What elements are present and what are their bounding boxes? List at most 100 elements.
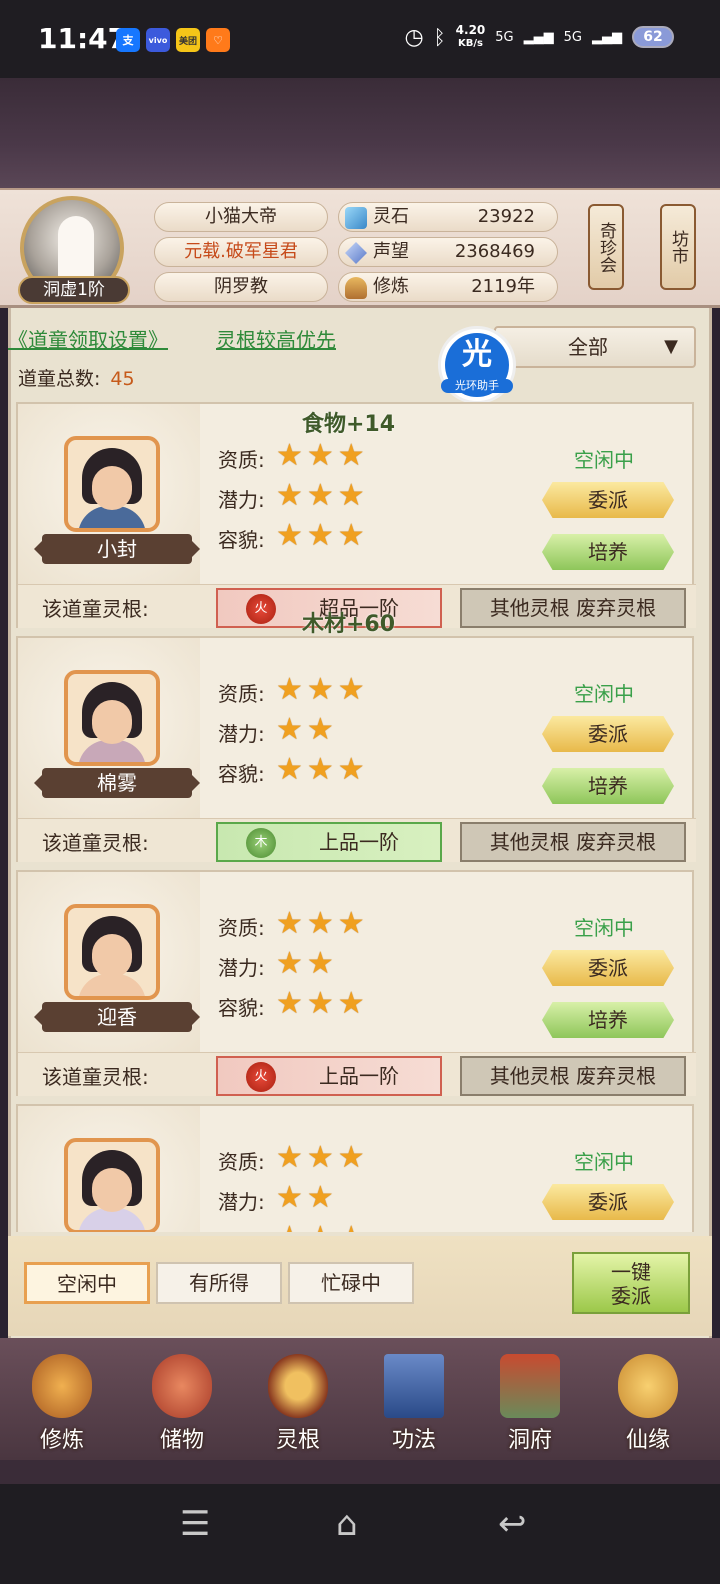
other-roots-button[interactable]: 其他灵根 废弃灵根 bbox=[460, 588, 686, 628]
filter-dropdown[interactable]: 全部 ▼ bbox=[494, 326, 696, 368]
child-portrait[interactable] bbox=[64, 1138, 160, 1232]
helper-badge[interactable]: 光 光环助手 bbox=[438, 326, 516, 404]
nav-storage[interactable]: 储物 bbox=[130, 1348, 234, 1458]
train-button[interactable]: 培养 bbox=[542, 1002, 674, 1038]
wood-element-icon: 木 bbox=[246, 828, 276, 858]
reputation-icon bbox=[345, 242, 367, 264]
notification-icons: 支 vivo 美团 ♡ bbox=[116, 28, 230, 52]
meituan-icon: 美团 bbox=[176, 28, 200, 52]
market-button[interactable]: 坊市 bbox=[660, 204, 696, 290]
player-name: 小猫大帝 bbox=[154, 202, 328, 232]
quality-stars: ★★★ bbox=[276, 672, 369, 707]
other-roots-button[interactable]: 其他灵根 废弃灵根 bbox=[460, 1056, 686, 1096]
resource-spirit-stone: 灵石 23922 bbox=[338, 202, 558, 232]
quality-stars: ★★★ bbox=[276, 906, 369, 941]
potential-stars: ★★★ bbox=[276, 478, 369, 513]
realm-badge: 洞虚1阶 bbox=[18, 276, 130, 304]
child-card: 资质: ★★★ 潜力: ★★ 容貌: ★★★ 空闲中 委派 bbox=[16, 1104, 694, 1232]
nav-cultivation[interactable]: 修炼 bbox=[10, 1348, 114, 1458]
system-nav: ☰ ⌂ ↩ bbox=[0, 1484, 720, 1584]
quality-stars: ★★★ bbox=[276, 1140, 369, 1175]
battery-icon: 62 bbox=[632, 26, 674, 48]
child-list[interactable]: 小封 资质: ★★★ 潜力: ★★★ 容貌: ★★★ 空闲中 委派 培养 该道童… bbox=[16, 402, 696, 1232]
potential-stars: ★★ bbox=[276, 712, 338, 747]
menu-icon[interactable]: ☰ bbox=[180, 1504, 210, 1544]
priority-link[interactable]: 灵根较高优先 bbox=[216, 324, 336, 353]
total-count: 道童总数: 45 bbox=[18, 368, 135, 390]
player-header: 洞虚1阶 小猫大帝 元载.破军星君 阴罗教 灵石 23922 声望 236846… bbox=[0, 188, 720, 308]
one-key-assign-button[interactable]: 一键 委派 bbox=[572, 1252, 690, 1314]
spirit-root-box[interactable]: 木上品一阶 bbox=[216, 822, 442, 862]
treasure-fair-button[interactable]: 奇珍会 bbox=[588, 204, 624, 290]
child-portrait[interactable] bbox=[64, 436, 160, 532]
child-portrait[interactable] bbox=[64, 670, 160, 766]
assign-button[interactable]: 委派 bbox=[542, 1184, 674, 1220]
back-icon[interactable]: ↩ bbox=[498, 1504, 527, 1544]
child-name[interactable]: 迎香 bbox=[34, 1002, 200, 1032]
child-card: 棉雾 资质: ★★★ 潜力: ★★ 容貌: ★★★ 空闲中 委派 培养 该道童灵… bbox=[16, 636, 696, 862]
fire-element-icon: 火 bbox=[246, 1062, 276, 1092]
quality-stars: ★★★ bbox=[276, 438, 369, 473]
fortune-gourd-icon bbox=[618, 1354, 678, 1418]
tab-rewarded[interactable]: 有所得 bbox=[156, 1262, 282, 1304]
cultivation-icon bbox=[32, 1354, 92, 1418]
bluetooth-icon: ᛒ bbox=[433, 25, 446, 49]
status-bar: 11:47 支 vivo 美团 ♡ ◷ ᛒ 4.20 KB/s 5G ▂▄▆ 5G ▂… bbox=[0, 0, 720, 78]
vivo-icon: vivo bbox=[146, 28, 170, 52]
assign-button[interactable]: 委派 bbox=[542, 716, 674, 752]
nav-technique[interactable]: 功法 bbox=[362, 1348, 466, 1458]
other-roots-button[interactable]: 其他灵根 废弃灵根 bbox=[460, 822, 686, 862]
nav-spirit-root[interactable]: 灵根 bbox=[246, 1348, 350, 1458]
child-name[interactable]: 棉雾 bbox=[34, 768, 200, 798]
chevron-down-icon: ▼ bbox=[664, 336, 678, 357]
status-label: 空闲中 bbox=[574, 448, 634, 472]
potential-stars: ★★ bbox=[276, 1180, 338, 1215]
player-title[interactable]: 元载.破军星君 bbox=[154, 237, 328, 267]
floating-reward-wood: 木材+60 bbox=[302, 612, 396, 637]
signal-5g-1: 5G bbox=[495, 29, 514, 45]
status-right: ◷ ᛒ 4.20 KB/s 5G ▂▄▆ 5G ▂▄▆ 62 bbox=[404, 24, 674, 50]
tab-idle[interactable]: 空闲中 bbox=[24, 1262, 150, 1304]
cultivate-icon bbox=[345, 277, 367, 299]
train-button[interactable]: 培养 bbox=[542, 768, 674, 804]
child-portrait[interactable] bbox=[64, 904, 160, 1000]
assign-button[interactable]: 委派 bbox=[542, 482, 674, 518]
spirit-stone-icon bbox=[345, 207, 367, 229]
net-speed: 4.20 KB/s bbox=[455, 23, 486, 50]
status-label: 空闲中 bbox=[574, 916, 634, 940]
tab-busy[interactable]: 忙碌中 bbox=[288, 1262, 414, 1304]
fire-element-icon: 火 bbox=[246, 594, 276, 624]
assign-button[interactable]: 委派 bbox=[542, 950, 674, 986]
looks-stars: ★★★ bbox=[276, 752, 369, 787]
nav-cave-dwelling[interactable]: 洞府 bbox=[478, 1348, 582, 1458]
status-label: 空闲中 bbox=[574, 682, 634, 706]
clock: 11:47 bbox=[38, 22, 128, 55]
child-card: 迎香 资质: ★★★ 潜力: ★★ 容貌: ★★★ 空闲中 委派 培养 该道童灵… bbox=[16, 870, 696, 1096]
top-banner bbox=[0, 78, 720, 188]
alarm-icon: ◷ bbox=[404, 24, 424, 50]
cave-dwelling-icon bbox=[500, 1354, 560, 1418]
player-sect: 阴罗教 bbox=[154, 272, 328, 302]
storage-bag-icon bbox=[152, 1354, 212, 1418]
train-button[interactable]: 培养 bbox=[542, 534, 674, 570]
home-icon[interactable]: ⌂ bbox=[336, 1504, 358, 1544]
filter-tab-bar: 空闲中 有所得 忙碌中 一键 委派 bbox=[8, 1236, 712, 1336]
spirit-root-icon bbox=[268, 1354, 328, 1418]
looks-stars: ★★★ bbox=[276, 518, 369, 553]
resource-cultivate: 修炼 2119年 bbox=[338, 272, 558, 302]
looks-stars: ★★★ bbox=[276, 986, 369, 1021]
signal-5g-2: 5G bbox=[563, 29, 582, 45]
potential-stars: ★★ bbox=[276, 946, 338, 981]
nav-fortune[interactable]: 仙缘 bbox=[596, 1348, 700, 1458]
technique-book-icon bbox=[384, 1354, 444, 1418]
looks-stars: ★★★ bbox=[276, 1222, 369, 1233]
spirit-root-box[interactable]: 火上品一阶 bbox=[216, 1056, 442, 1096]
signal-bars-icon: ▂▄▆ bbox=[523, 29, 554, 45]
signal-bars-icon: ▂▄▆ bbox=[592, 29, 622, 45]
game-nav: 修炼 储物 灵根 功法 洞府 仙缘 bbox=[0, 1338, 720, 1460]
pickup-settings-link[interactable]: 《道童领取设置》 bbox=[8, 324, 168, 353]
resource-reputation: 声望 2368469 bbox=[338, 237, 558, 267]
child-name[interactable]: 小封 bbox=[34, 534, 200, 564]
status-label: 空闲中 bbox=[574, 1150, 634, 1174]
floating-reward-food: 食物+14 bbox=[302, 412, 396, 437]
